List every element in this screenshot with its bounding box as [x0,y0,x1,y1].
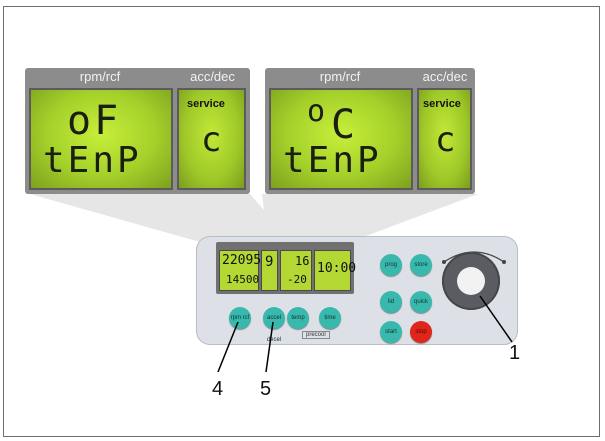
callout-5: 5 [260,378,272,400]
callout-4: 4 [212,378,224,400]
callout-1: 1 [509,342,521,364]
callout-lines [217,295,513,373]
